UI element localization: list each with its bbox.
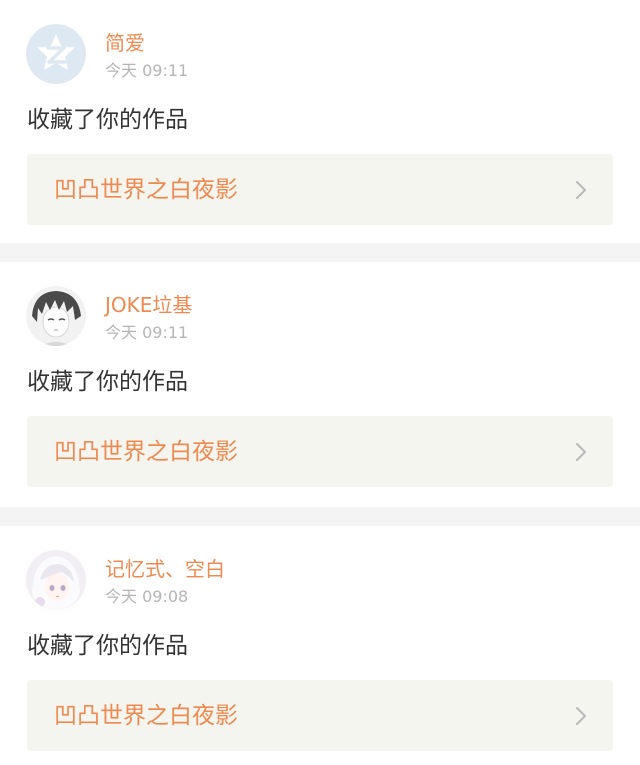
avatar[interactable] <box>26 550 86 610</box>
notification-card: JOKE垃基 今天 09:11 收藏了你的作品 凹凸世界之白夜影 <box>0 262 640 507</box>
timestamp: 今天 09:08 <box>105 587 189 606</box>
work-link[interactable]: 凹凸世界之白夜影 <box>27 416 613 487</box>
qzone-default-avatar-icon <box>26 24 86 84</box>
action-text: 收藏了你的作品 <box>27 107 188 133</box>
action-text: 收藏了你的作品 <box>27 369 188 395</box>
section-divider <box>0 507 640 526</box>
work-title: 凹凸世界之白夜影 <box>54 703 238 729</box>
avatar[interactable] <box>26 24 86 84</box>
timestamp: 今天 09:11 <box>105 323 189 342</box>
work-link[interactable]: 凹凸世界之白夜影 <box>27 154 613 225</box>
username[interactable]: JOKE垃基 <box>105 292 192 318</box>
chevron-right-icon <box>576 181 586 199</box>
work-link[interactable]: 凹凸世界之白夜影 <box>27 680 613 751</box>
username[interactable]: 记忆式、空白 <box>105 556 225 582</box>
timestamp: 今天 09:11 <box>105 61 189 80</box>
action-text: 收藏了你的作品 <box>27 633 188 659</box>
work-title: 凹凸世界之白夜影 <box>54 177 238 203</box>
anime-boy-avatar-icon <box>26 286 86 346</box>
chevron-right-icon <box>576 443 586 461</box>
avatar[interactable] <box>26 286 86 346</box>
chevron-right-icon <box>576 707 586 725</box>
work-title: 凹凸世界之白夜影 <box>54 439 238 465</box>
notification-card: 记忆式、空白 今天 09:08 收藏了你的作品 凹凸世界之白夜影 <box>0 526 640 765</box>
section-divider <box>0 243 640 262</box>
notification-card: 简爱 今天 09:11 收藏了你的作品 凹凸世界之白夜影 <box>0 0 640 243</box>
username[interactable]: 简爱 <box>105 30 145 56</box>
anime-girl-avatar-icon <box>26 550 86 610</box>
